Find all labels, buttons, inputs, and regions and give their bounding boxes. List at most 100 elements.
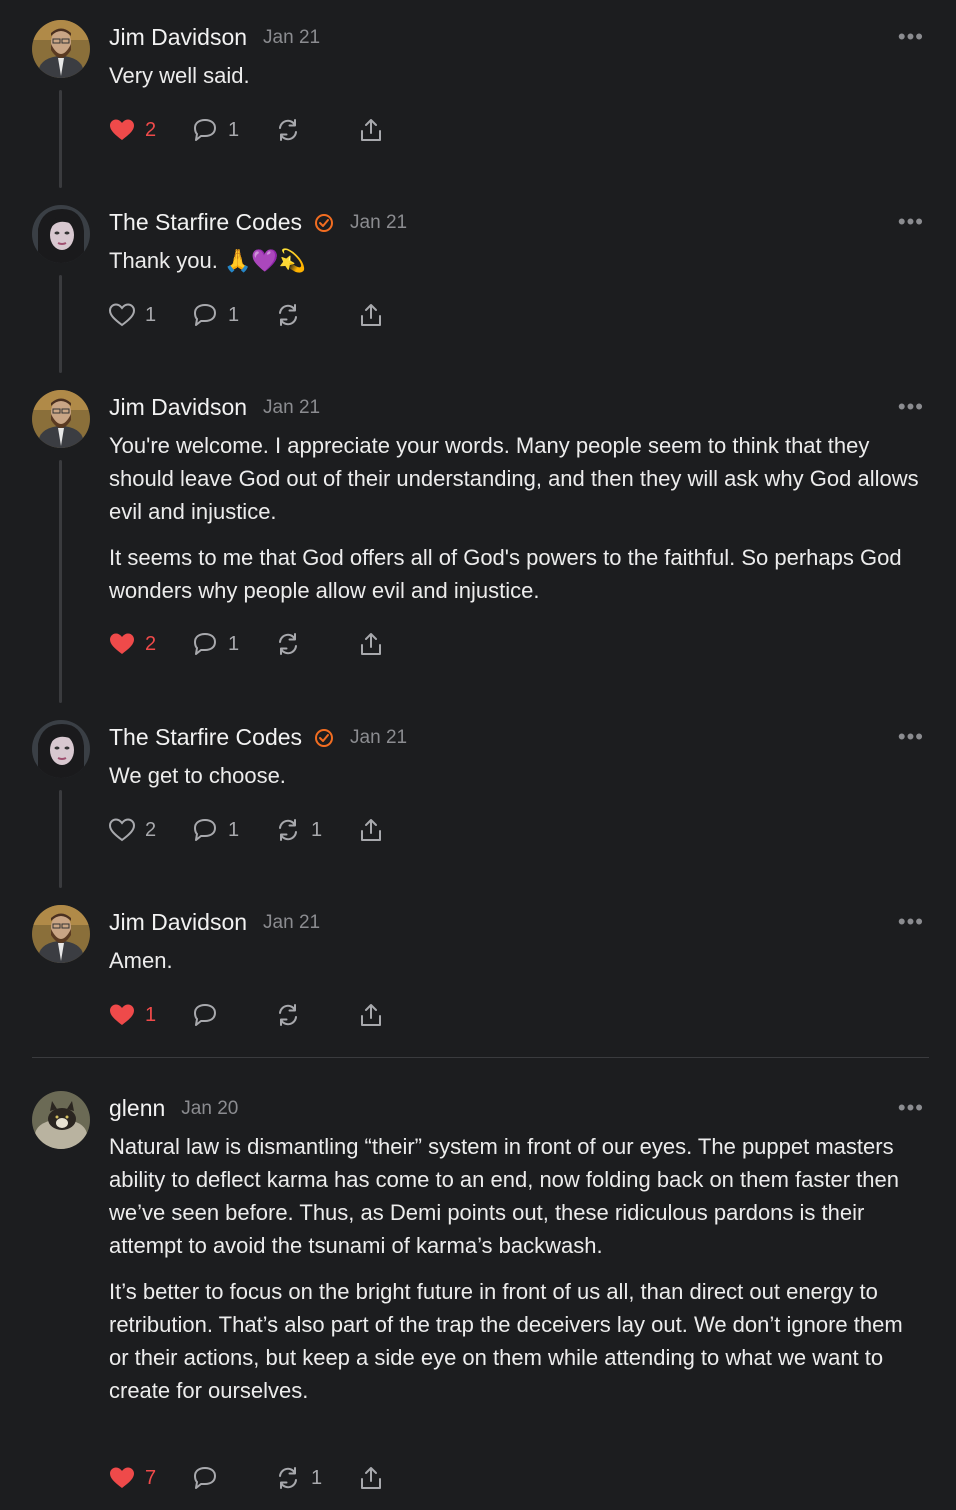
reply-button[interactable] (191, 1464, 240, 1492)
author-name[interactable]: Jim Davidson (109, 24, 247, 51)
comment-body: We get to choose. (109, 759, 919, 805)
thread-divider (32, 1057, 929, 1058)
heart-outline-icon (108, 818, 136, 842)
cat-avatar-icon (32, 1091, 90, 1149)
restack-button[interactable] (274, 116, 323, 144)
reply-count: 1 (228, 632, 240, 655)
like-count: 7 (145, 1466, 157, 1489)
avatar[interactable] (32, 905, 90, 963)
restack-count: 1 (311, 818, 323, 841)
comment-paragraph: You're welcome. I appreciate your words.… (109, 433, 919, 524)
more-options-icon[interactable]: ••• (898, 211, 924, 233)
comment-paragraph: Amen. (109, 948, 173, 973)
comment-body: Amen. (109, 944, 919, 990)
reply-button[interactable] (191, 1001, 240, 1029)
heart-filled-icon (110, 119, 134, 140)
avatar[interactable] (32, 1091, 90, 1149)
more-options-icon[interactable]: ••• (898, 396, 924, 418)
comment-date[interactable]: Jan 21 (263, 397, 320, 419)
restack-button[interactable] (274, 1001, 323, 1029)
like-button[interactable]: 2 (108, 816, 157, 844)
reply-button[interactable]: 1 (191, 301, 240, 329)
restack-button[interactable] (274, 301, 323, 329)
like-button[interactable]: 1 (108, 1001, 157, 1029)
restack-icon (279, 633, 297, 655)
author-name[interactable]: Jim Davidson (109, 394, 247, 421)
comment-bubble-icon (194, 119, 216, 141)
like-button[interactable]: 1 (108, 301, 157, 329)
share-icon (361, 1004, 381, 1026)
restack-icon (279, 119, 297, 141)
author-name[interactable]: The Starfire Codes (109, 724, 302, 751)
comment-paragraph: It’s better to focus on the bright futur… (109, 1279, 903, 1403)
share-icon (361, 633, 381, 655)
like-count: 1 (145, 1003, 157, 1026)
restack-icon (279, 304, 297, 326)
comment-bubble-icon (194, 633, 216, 655)
bearded-man-avatar-icon (32, 20, 90, 78)
reply-count: 1 (228, 118, 240, 141)
more-options-icon[interactable]: ••• (898, 911, 924, 933)
share-button[interactable] (357, 301, 385, 329)
comment-body: Natural law is dismantling “their” syste… (109, 1130, 919, 1420)
avatar[interactable] (32, 720, 90, 778)
comment-paragraph: We get to choose. (109, 763, 286, 788)
heart-filled-icon (110, 1004, 134, 1025)
comment-date[interactable]: Jan 21 (350, 727, 407, 749)
more-options-icon[interactable]: ••• (898, 26, 924, 48)
woman-avatar-icon (32, 720, 90, 778)
comment-bubble-icon (194, 1467, 216, 1489)
restack-icon (279, 1467, 297, 1489)
like-count: 2 (145, 118, 157, 141)
share-button[interactable] (357, 816, 385, 844)
comment-date[interactable]: Jan 21 (263, 27, 320, 49)
woman-avatar-icon (32, 205, 90, 263)
author-name[interactable]: glenn (109, 1095, 165, 1122)
like-count: 2 (145, 818, 157, 841)
share-icon (361, 1467, 381, 1489)
share-button[interactable] (357, 1464, 385, 1492)
comment-body: You're welcome. I appreciate your words.… (109, 429, 919, 620)
comment-body: Thank you. 🙏💜💫 (109, 244, 919, 290)
thread-line (59, 460, 62, 703)
avatar[interactable] (32, 20, 90, 78)
restack-icon (279, 819, 297, 841)
author-name[interactable]: Jim Davidson (109, 909, 247, 936)
reply-button[interactable]: 1 (191, 116, 240, 144)
more-options-icon[interactable]: ••• (898, 1097, 924, 1119)
comment-bubble-icon (194, 819, 216, 841)
comment-body: Very well said. (109, 59, 919, 105)
like-button[interactable]: 2 (108, 116, 157, 144)
thread-line (59, 90, 62, 188)
restack-button[interactable] (274, 630, 323, 658)
share-button[interactable] (357, 1001, 385, 1029)
thread-line (59, 275, 62, 373)
reply-button[interactable]: 1 (191, 630, 240, 658)
share-icon (361, 119, 381, 141)
comment-date[interactable]: Jan 20 (181, 1098, 238, 1120)
share-icon (361, 304, 381, 326)
like-button[interactable]: 7 (108, 1464, 157, 1492)
bearded-man-avatar-icon (32, 905, 90, 963)
share-button[interactable] (357, 116, 385, 144)
like-count: 1 (145, 303, 157, 326)
verified-badge-icon (314, 213, 334, 233)
restack-button[interactable]: 1 (274, 816, 323, 844)
share-icon (361, 819, 381, 841)
like-count: 2 (145, 632, 157, 655)
reply-button[interactable]: 1 (191, 816, 240, 844)
avatar[interactable] (32, 390, 90, 448)
more-options-icon[interactable]: ••• (898, 726, 924, 748)
comment-paragraph: Thank you. 🙏💜💫 (109, 248, 307, 273)
avatar[interactable] (32, 205, 90, 263)
verified-badge-icon (314, 728, 334, 748)
author-name[interactable]: The Starfire Codes (109, 209, 302, 236)
share-button[interactable] (357, 630, 385, 658)
like-button[interactable]: 2 (108, 630, 157, 658)
comment-date[interactable]: Jan 21 (263, 912, 320, 934)
comment-bubble-icon (194, 304, 216, 326)
comment-paragraph: It seems to me that God offers all of Go… (109, 545, 902, 603)
comment-date[interactable]: Jan 21 (350, 212, 407, 234)
restack-button[interactable]: 1 (274, 1464, 323, 1492)
comment-paragraph: Natural law is dismantling “their” syste… (109, 1134, 900, 1258)
